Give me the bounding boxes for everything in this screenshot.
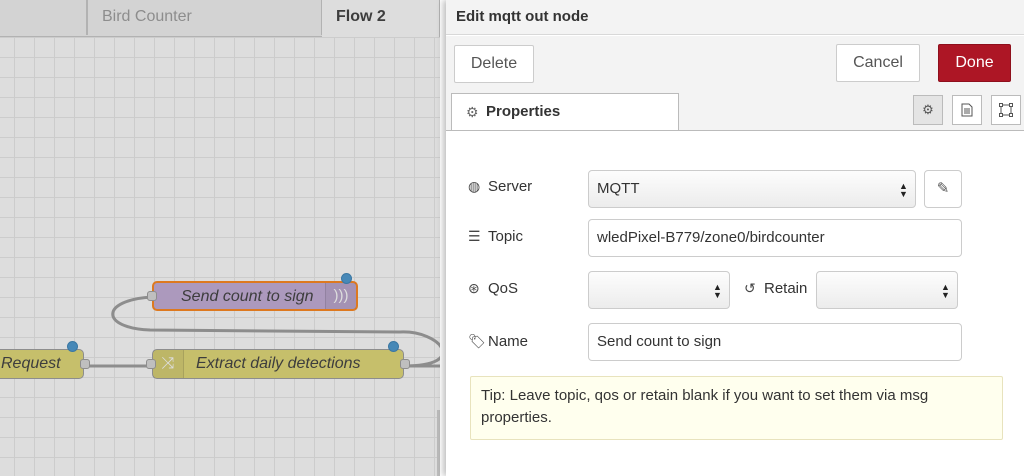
cancel-button[interactable]: Cancel	[836, 44, 920, 82]
description-tab-file-icon[interactable]	[952, 95, 982, 125]
history-icon: ↺	[744, 280, 756, 296]
workspace-scrollbar[interactable]	[437, 410, 440, 476]
edit-server-button[interactable]: ✎	[924, 170, 962, 208]
retain-select[interactable]: ▲ ▼	[816, 271, 958, 309]
select-arrows-icon: ▲ ▼	[941, 282, 950, 300]
asterisk-icon: ⊛	[468, 280, 480, 296]
server-select-value: MQTT	[597, 180, 640, 197]
done-button[interactable]: Done	[938, 44, 1011, 82]
retain-label: ↺ Retain	[744, 280, 808, 297]
select-arrows-icon: ▲ ▼	[899, 181, 908, 199]
tab-properties[interactable]: ⚙ Properties	[451, 93, 679, 130]
name-label: 🏷 Name	[468, 333, 529, 350]
tag-icon: 🏷	[468, 333, 486, 349]
frame-icon	[999, 103, 1013, 117]
tip-box: Tip: Leave topic, qos or retain blank if…	[470, 376, 1003, 440]
appearance-tab-frame-icon[interactable]	[991, 95, 1021, 125]
edit-tray: Edit mqtt out node Delete Cancel Done ⚙ …	[446, 0, 1024, 476]
settings-tab-gear-icon[interactable]: ⚙	[913, 95, 943, 125]
file-icon	[961, 103, 973, 117]
tray-title: Edit mqtt out node	[446, 0, 1024, 35]
topic-label: ☰ Topic	[468, 228, 524, 245]
select-arrows-icon: ▲ ▼	[713, 282, 722, 300]
tray-toolbar: Delete Cancel Done	[446, 36, 1024, 91]
server-select[interactable]: MQTT ▲ ▼	[588, 170, 916, 208]
workspace-dim-overlay	[0, 0, 440, 476]
tasks-icon: ☰	[468, 228, 481, 244]
tray-tab-bar: ⚙ Properties ⚙	[446, 91, 1024, 131]
tab-properties-label: Properties	[486, 103, 561, 120]
gear-icon: ⚙	[466, 104, 479, 120]
topic-input[interactable]: wledPixel-B779/zone0/birdcounter	[588, 219, 962, 257]
qos-label: ⊛ QoS	[468, 280, 519, 297]
globe-icon: ◍	[468, 178, 481, 194]
flow-workspace[interactable]: Bird Counter Flow 2 Send count to sign )…	[0, 0, 440, 476]
name-input[interactable]: Send count to sign	[588, 323, 962, 361]
qos-select[interactable]: ▲ ▼	[588, 271, 730, 309]
pencil-icon: ✎	[936, 180, 950, 197]
server-label: ◍ Server	[468, 178, 533, 195]
delete-button[interactable]: Delete	[454, 45, 534, 83]
